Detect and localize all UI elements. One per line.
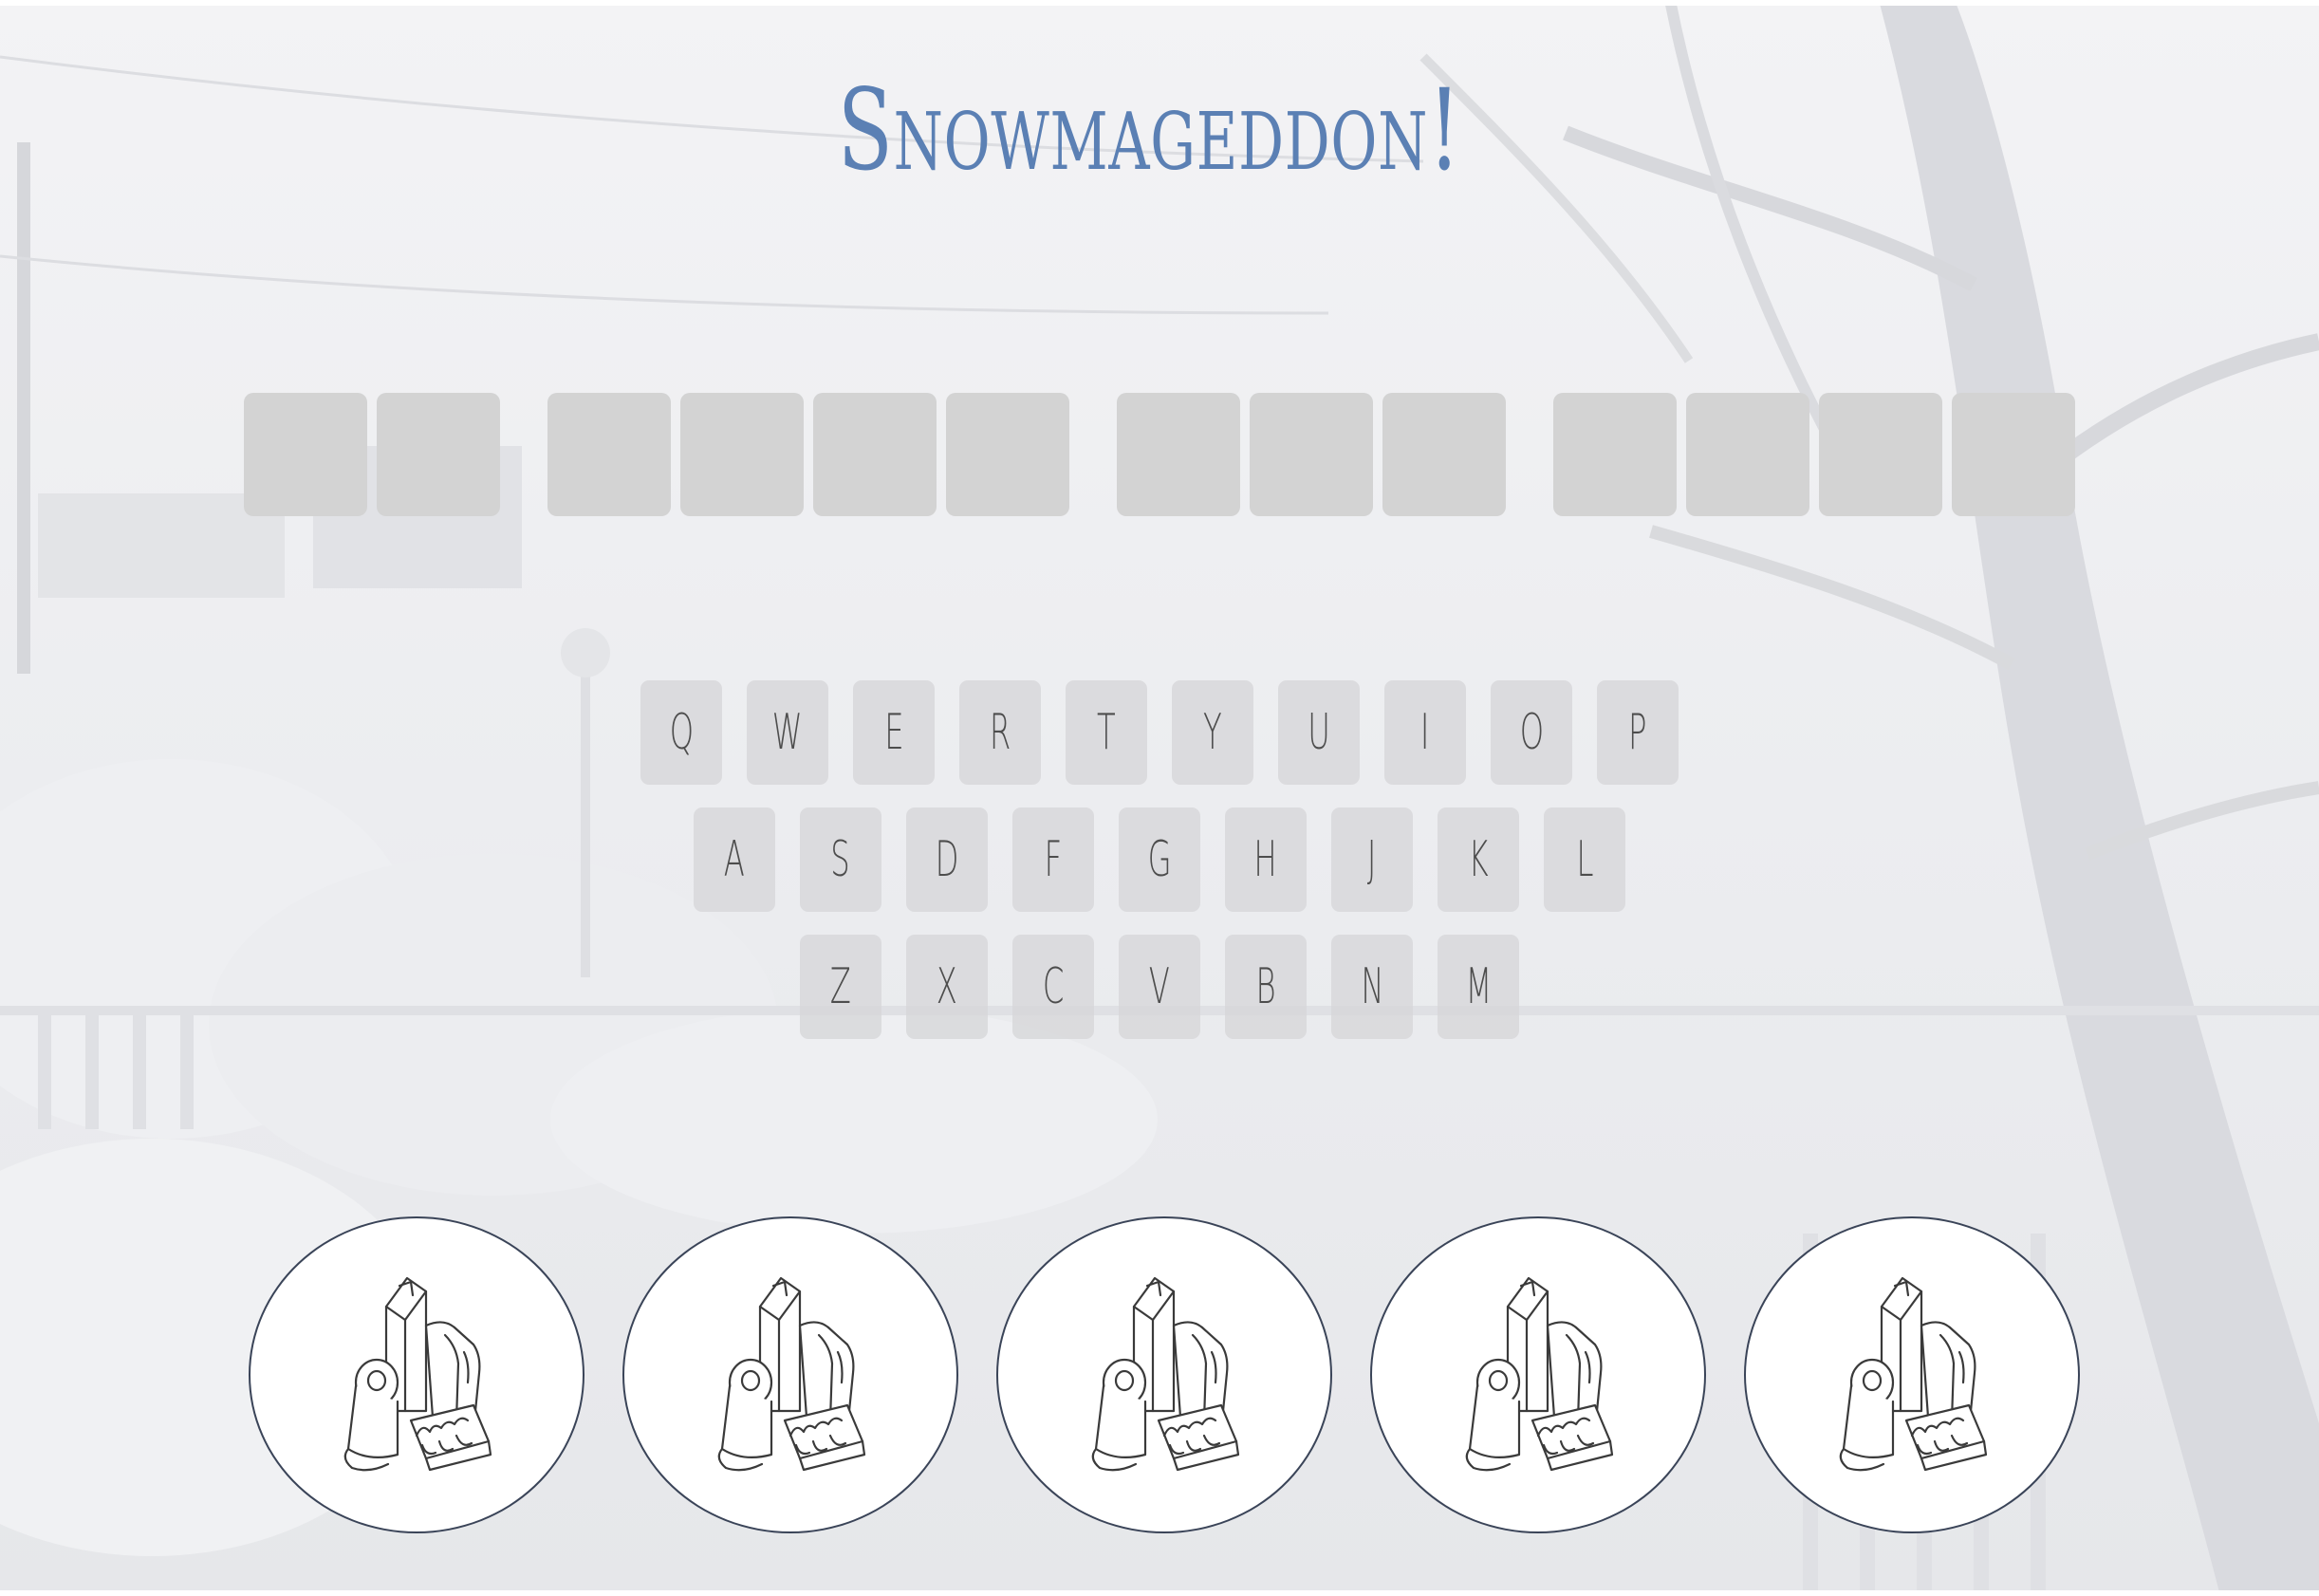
- key-n[interactable]: N: [1331, 935, 1413, 1039]
- key-i[interactable]: I: [1384, 680, 1466, 785]
- key-w[interactable]: W: [747, 680, 828, 785]
- key-label: X: [936, 958, 958, 1015]
- letter-tile: [1250, 393, 1373, 516]
- groceries-icon: [1827, 1269, 1997, 1481]
- key-label: K: [1468, 831, 1489, 888]
- letter-tile: [813, 393, 937, 516]
- groceries-icon: [331, 1269, 502, 1481]
- letter-tile: [377, 393, 500, 516]
- key-label: B: [1255, 958, 1276, 1015]
- letter-tile: [547, 393, 671, 516]
- key-x[interactable]: X: [906, 935, 988, 1039]
- keyboard-row: QWERTYUIOP: [0, 680, 2319, 785]
- life-token: [1370, 1216, 1706, 1533]
- key-m[interactable]: M: [1438, 935, 1519, 1039]
- key-y[interactable]: Y: [1172, 680, 1253, 785]
- key-o[interactable]: O: [1491, 680, 1572, 785]
- life-token: [249, 1216, 584, 1533]
- key-g[interactable]: G: [1119, 807, 1200, 912]
- key-s[interactable]: S: [800, 807, 881, 912]
- key-label: I: [1420, 704, 1430, 761]
- key-label: D: [935, 831, 959, 888]
- life-token: [1744, 1216, 2080, 1533]
- word-group: [547, 393, 1069, 516]
- key-b[interactable]: B: [1225, 935, 1307, 1039]
- word-group: [244, 393, 500, 516]
- letter-tile: [1686, 393, 1809, 516]
- key-l[interactable]: L: [1544, 807, 1625, 912]
- key-label: F: [1044, 831, 1063, 888]
- key-label: E: [883, 704, 904, 761]
- key-label: U: [1308, 704, 1330, 761]
- game-title: Snowmageddon!: [837, 65, 1461, 195]
- key-label: Z: [829, 958, 852, 1015]
- word-board: [0, 393, 2319, 516]
- key-label: G: [1147, 831, 1172, 888]
- letter-tile: [1952, 393, 2075, 516]
- letter-tile: [680, 393, 804, 516]
- key-label: W: [772, 704, 803, 761]
- letter-tile: [946, 393, 1069, 516]
- letter-tile: [244, 393, 367, 516]
- key-k[interactable]: K: [1438, 807, 1519, 912]
- key-u[interactable]: U: [1278, 680, 1360, 785]
- key-label: Q: [669, 704, 694, 761]
- key-label: H: [1253, 831, 1278, 888]
- key-p[interactable]: P: [1597, 680, 1679, 785]
- lives-row: [0, 1216, 2319, 1533]
- key-label: M: [1465, 958, 1492, 1015]
- key-a[interactable]: A: [694, 807, 775, 912]
- key-v[interactable]: V: [1119, 935, 1200, 1039]
- key-label: J: [1367, 831, 1377, 888]
- key-t[interactable]: T: [1066, 680, 1147, 785]
- key-label: C: [1042, 958, 1065, 1015]
- key-q[interactable]: Q: [640, 680, 722, 785]
- key-label: T: [1097, 704, 1116, 761]
- keyboard-row: ZXCVBNM: [0, 935, 2319, 1039]
- letter-tile: [1819, 393, 1942, 516]
- key-h[interactable]: H: [1225, 807, 1307, 912]
- key-f[interactable]: F: [1012, 807, 1094, 912]
- key-z[interactable]: Z: [800, 935, 881, 1039]
- key-r[interactable]: R: [959, 680, 1041, 785]
- groceries-icon: [1079, 1269, 1250, 1481]
- key-label: R: [989, 704, 1011, 761]
- key-label: V: [1148, 958, 1171, 1015]
- letter-tile: [1117, 393, 1240, 516]
- key-label: N: [1360, 958, 1384, 1015]
- key-d[interactable]: D: [906, 807, 988, 912]
- key-label: S: [830, 831, 851, 888]
- key-label: P: [1628, 704, 1647, 761]
- key-e[interactable]: E: [853, 680, 935, 785]
- life-token: [622, 1216, 958, 1533]
- groceries-icon: [705, 1269, 876, 1481]
- key-label: Y: [1203, 704, 1222, 761]
- keyboard-row: ASDFGHJKL: [0, 807, 2319, 912]
- letter-keyboard: Q W E R T Y U I O P A S D F G H J K L Z X C V B N M: [0, 680, 2319, 1062]
- life-token: [996, 1216, 1332, 1533]
- word-group: [1117, 393, 1506, 516]
- key-label: O: [1519, 704, 1544, 761]
- key-j[interactable]: J: [1331, 807, 1413, 912]
- groceries-icon: [1453, 1269, 1623, 1481]
- key-label: A: [723, 831, 746, 888]
- letter-tile: [1553, 393, 1677, 516]
- letter-tile: [1382, 393, 1506, 516]
- key-c[interactable]: C: [1012, 935, 1094, 1039]
- word-group: [1553, 393, 2075, 516]
- key-label: L: [1576, 831, 1593, 888]
